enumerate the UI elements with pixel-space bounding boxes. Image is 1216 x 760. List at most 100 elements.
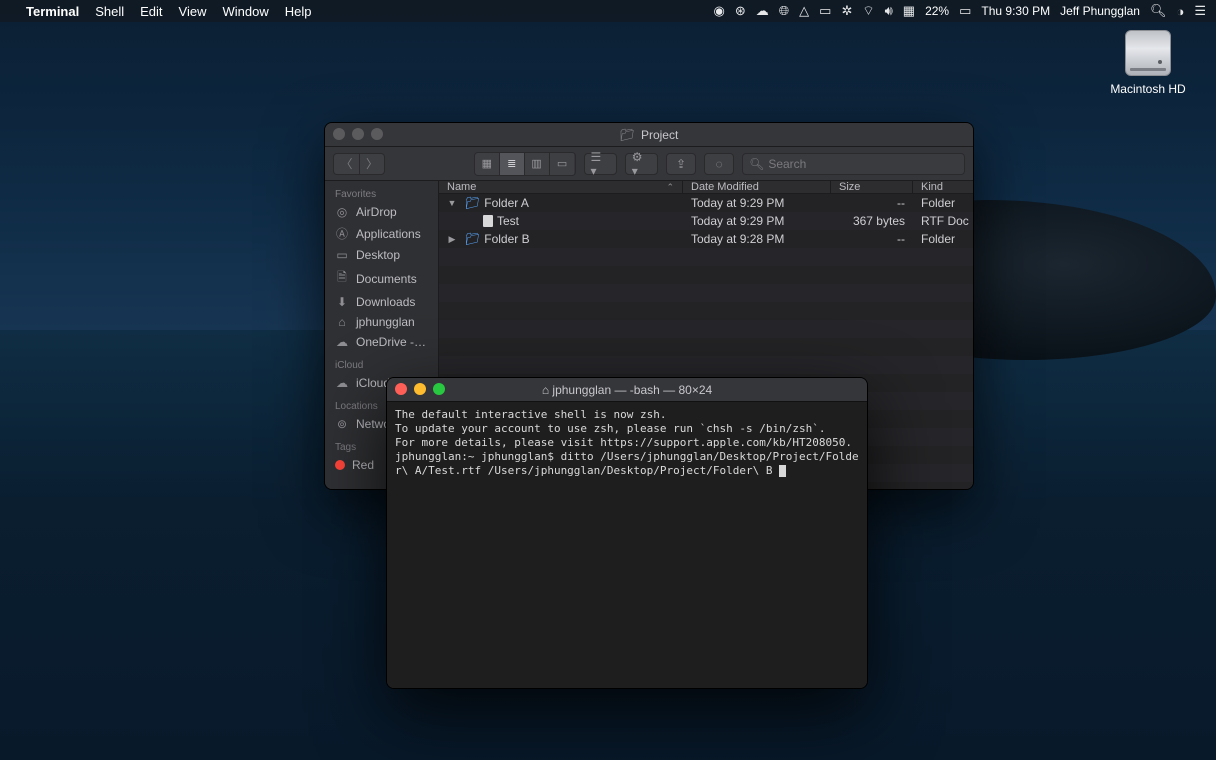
airplay-icon[interactable]: ▭ [819,3,831,19]
status-dot-icon[interactable]: ◉ [713,3,724,19]
globe-icon[interactable]: 🌐︎ [779,3,789,19]
terminal-title: jphungglan — -bash — 80×24 [552,383,712,397]
bluetooth-icon[interactable]: ✲ [841,3,852,19]
tag-dot-icon [335,460,345,470]
terminal-window[interactable]: ⌂ jphungglan — -bash — 80×24 The default… [386,377,868,689]
notification-center-icon[interactable]: ☰ [1194,3,1206,19]
close-button[interactable] [395,383,407,395]
desktop-macintosh-hd[interactable]: Macintosh HD [1108,30,1188,96]
terminal-body[interactable]: The default interactive shell is now zsh… [387,402,867,688]
volume-icon[interactable]: 🔊︎ [885,3,893,19]
finder-traffic-lights [333,128,383,140]
date-icon[interactable]: ▦ [903,3,915,19]
zoom-button[interactable] [433,383,445,395]
forward-button[interactable]: 〉 [359,153,385,175]
app-name[interactable]: Terminal [26,4,79,19]
clock[interactable]: Thu 9:30 PM [981,4,1050,18]
documents-icon: 🗎 [335,268,349,289]
terminal-cursor [779,465,786,477]
user-name[interactable]: Jeff Phungglan [1060,4,1140,18]
finder-titlebar[interactable]: 📁︎ Project [325,123,973,147]
back-button[interactable]: 〈 [333,153,359,175]
action-button[interactable]: ⚙︎ ▾ [625,153,658,175]
battery-percent[interactable]: 22% [925,4,949,18]
col-size[interactable]: Size [831,181,913,193]
icloud-icon: ☁︎ [335,376,349,390]
search-placeholder: Search [768,157,806,171]
empty-row [439,266,973,284]
airdrop-icon: ◎ [335,205,349,219]
sidebar-item-onedrive[interactable]: ☁︎OneDrive -… [325,332,438,352]
empty-row [439,284,973,302]
sidebar-section-favorites: Favorites [325,181,438,202]
arrange-button[interactable]: ☰ ▾ [584,153,617,175]
view-icon-button[interactable]: ▦ [475,153,500,175]
view-list-button[interactable]: ≣ [500,153,525,175]
onedrive-icon: ☁︎ [335,335,349,349]
tags-button[interactable]: ◌ [704,153,734,175]
hard-drive-icon [1125,30,1171,76]
finder-toolbar: 〈 〉 ▦ ≣ ▥ ▭ ☰ ▾ ⚙︎ ▾ ⇪ ◌ 🔍︎ Search [325,147,973,181]
file-date: Today at 9:28 PM [683,232,831,246]
minimize-button[interactable] [352,128,364,140]
file-icon [483,215,493,227]
wifi-icon[interactable]: ⌔ [862,3,874,19]
sidebar-item-documents[interactable]: 🗎Documents [325,265,438,292]
table-row[interactable]: ▶ 📁︎ Folder B Today at 9:28 PM--Folder [439,230,973,248]
menu-view[interactable]: View [179,4,207,19]
file-name: Folder B [484,232,529,246]
siri-icon[interactable]: ◑ [1176,4,1184,19]
battery-icon[interactable]: ▭ [959,3,971,19]
share-button[interactable]: ⇪ [666,153,696,175]
minimize-button[interactable] [414,383,426,395]
col-kind[interactable]: Kind [913,181,973,193]
network-icon: ⊚ [335,417,349,431]
home-icon: ⌂ [542,383,549,397]
sidebar-item-desktop[interactable]: ▭Desktop [325,245,438,265]
empty-row [439,302,973,320]
spotlight-icon[interactable]: 🔍︎ [1150,3,1167,19]
close-button[interactable] [333,128,345,140]
triangle-icon[interactable]: △ [799,3,809,19]
file-name: Folder A [484,196,529,210]
file-kind: Folder [913,196,973,210]
file-date: Today at 9:29 PM [683,214,831,228]
file-name: Test [497,214,519,228]
cloud-icon[interactable]: ☁︎ [756,3,769,19]
finder-search[interactable]: 🔍︎ Search [742,153,965,175]
table-row[interactable]: Test Today at 9:29 PM367 bytesRTF Doc [439,212,973,230]
col-date[interactable]: Date Modified [683,181,831,193]
sidebar-item-applications[interactable]: ⒶApplications [325,222,438,245]
table-row[interactable]: ▼📁︎Folder AToday at 9:29 PM--Folder [439,194,973,212]
view-column-button[interactable]: ▥ [525,153,550,175]
file-size: 367 bytes [831,214,913,228]
desktop-icon: ▭ [335,248,349,262]
sidebar-item-airdrop[interactable]: ◎AirDrop [325,202,438,222]
disclosure-icon[interactable]: ▶ [447,234,457,245]
empty-row [439,356,973,374]
hard-drive-label: Macintosh HD [1108,82,1188,96]
view-gallery-button[interactable]: ▭ [550,153,575,175]
menu-window[interactable]: Window [223,4,269,19]
sidebar-item-downloads[interactable]: ⬇︎Downloads [325,292,438,312]
folder-icon: 📁︎ [465,232,480,246]
search-icon: 🔍︎ [749,157,764,171]
empty-row [439,338,973,356]
terminal-titlebar[interactable]: ⌂ jphungglan — -bash — 80×24 [387,378,867,402]
empty-row [439,248,973,266]
col-name[interactable]: Name⌃ [439,181,683,193]
folder-icon: 📁︎ [620,128,635,142]
file-kind: RTF Doc [913,214,973,228]
menu-help[interactable]: Help [285,4,312,19]
menu-shell[interactable]: Shell [95,4,124,19]
applications-icon: Ⓐ [335,225,349,242]
sidebar-item-home[interactable]: ⌂jphungglan [325,312,438,332]
menu-edit[interactable]: Edit [140,4,162,19]
file-size: -- [831,232,913,246]
creative-cloud-icon[interactable]: ⊛ [735,3,746,19]
file-kind: Folder [913,232,973,246]
disclosure-icon[interactable]: ▼ [447,198,457,208]
view-switcher: ▦ ≣ ▥ ▭ [474,152,576,176]
zoom-button[interactable] [371,128,383,140]
file-date: Today at 9:29 PM [683,196,831,210]
